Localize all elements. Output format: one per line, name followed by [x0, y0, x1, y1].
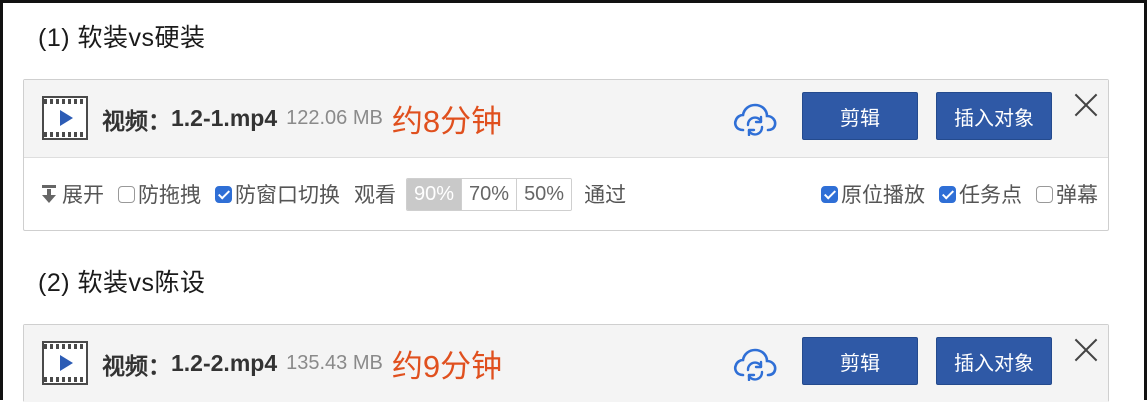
in-place-play-option[interactable]: 原位播放 — [821, 179, 925, 209]
video-options: 展开 防拖拽 防窗口切换 观看 90% 70% 50% 通过 原位播放 任务点 … — [24, 158, 1108, 230]
cloud-sync-icon[interactable] — [732, 102, 778, 136]
insert-object-button[interactable]: 插入对象 — [936, 337, 1052, 385]
watch-percent-option[interactable]: 50% — [516, 178, 572, 210]
task-point-checkbox[interactable] — [939, 185, 956, 203]
expand-label: 展开 — [62, 184, 104, 207]
anti-drag-checkbox[interactable] — [118, 185, 135, 203]
anti-switch-checkbox[interactable] — [215, 185, 232, 203]
video-duration: 约8分钟 — [391, 104, 503, 139]
video-file-icon — [42, 341, 88, 385]
video-duration: 约9分钟 — [391, 349, 503, 384]
video-file-name: 1.2-1.mp4 — [171, 105, 278, 131]
video-card: 视频： 1.2-2.mp4 135.43 MB 约9分钟 剪辑 插入对象 — [23, 324, 1109, 402]
watch-percent-selector: 90% 70% 50% — [406, 177, 573, 211]
section-heading: (1) 软装vs硬装 — [38, 24, 206, 52]
video-file-icon — [42, 96, 88, 140]
task-point-option[interactable]: 任务点 — [939, 179, 1022, 209]
video-title: 视频： 1.2-1.mp4 122.06 MB 约8分钟 — [102, 80, 502, 157]
insert-object-button[interactable]: 插入对象 — [936, 92, 1052, 140]
in-place-play-label: 原位播放 — [841, 184, 925, 207]
close-icon[interactable] — [1072, 90, 1102, 120]
anti-switch-label: 防窗口切换 — [235, 184, 340, 207]
video-title: 视频： 1.2-2.mp4 135.43 MB 约9分钟 — [102, 325, 502, 402]
anti-switch-option[interactable]: 防窗口切换 — [215, 179, 340, 209]
video-label: 视频： — [102, 352, 171, 379]
options-right: 原位播放 任务点 弹幕 — [807, 158, 1098, 230]
edit-button[interactable]: 剪辑 — [802, 92, 918, 140]
expand-down-icon — [42, 185, 56, 203]
video-file-size: 135.43 MB — [286, 352, 383, 374]
video-card-header: 视频： 1.2-2.mp4 135.43 MB 约9分钟 剪辑 插入对象 — [24, 325, 1108, 402]
watch-percent-option[interactable]: 90% — [407, 178, 462, 210]
cloud-sync-icon[interactable] — [732, 347, 778, 381]
anti-drag-option[interactable]: 防拖拽 — [118, 179, 201, 209]
video-card-header: 视频： 1.2-1.mp4 122.06 MB 约8分钟 剪辑 插入对象 — [24, 80, 1108, 158]
expand-toggle[interactable]: 展开 — [42, 179, 104, 209]
options-left: 展开 防拖拽 防窗口切换 观看 90% 70% 50% 通过 — [42, 158, 626, 230]
danmaku-label: 弹幕 — [1056, 184, 1098, 207]
danmaku-option[interactable]: 弹幕 — [1036, 179, 1098, 209]
in-place-play-checkbox[interactable] — [821, 185, 838, 203]
task-point-label: 任务点 — [959, 184, 1022, 207]
video-label: 视频： — [102, 107, 171, 134]
video-file-name: 1.2-2.mp4 — [171, 350, 278, 376]
video-file-size: 122.06 MB — [286, 107, 383, 129]
anti-drag-label: 防拖拽 — [138, 184, 201, 207]
section-heading: (2) 软装vs陈设 — [38, 269, 206, 297]
pass-label: 通过 — [584, 184, 627, 207]
watch-percent-option[interactable]: 70% — [461, 178, 517, 210]
danmaku-checkbox[interactable] — [1036, 185, 1053, 203]
watch-label: 观看 — [354, 184, 396, 207]
close-icon[interactable] — [1072, 335, 1102, 365]
edit-button[interactable]: 剪辑 — [802, 337, 918, 385]
video-card: 视频： 1.2-1.mp4 122.06 MB 约8分钟 剪辑 插入对象 展开 — [23, 79, 1109, 231]
